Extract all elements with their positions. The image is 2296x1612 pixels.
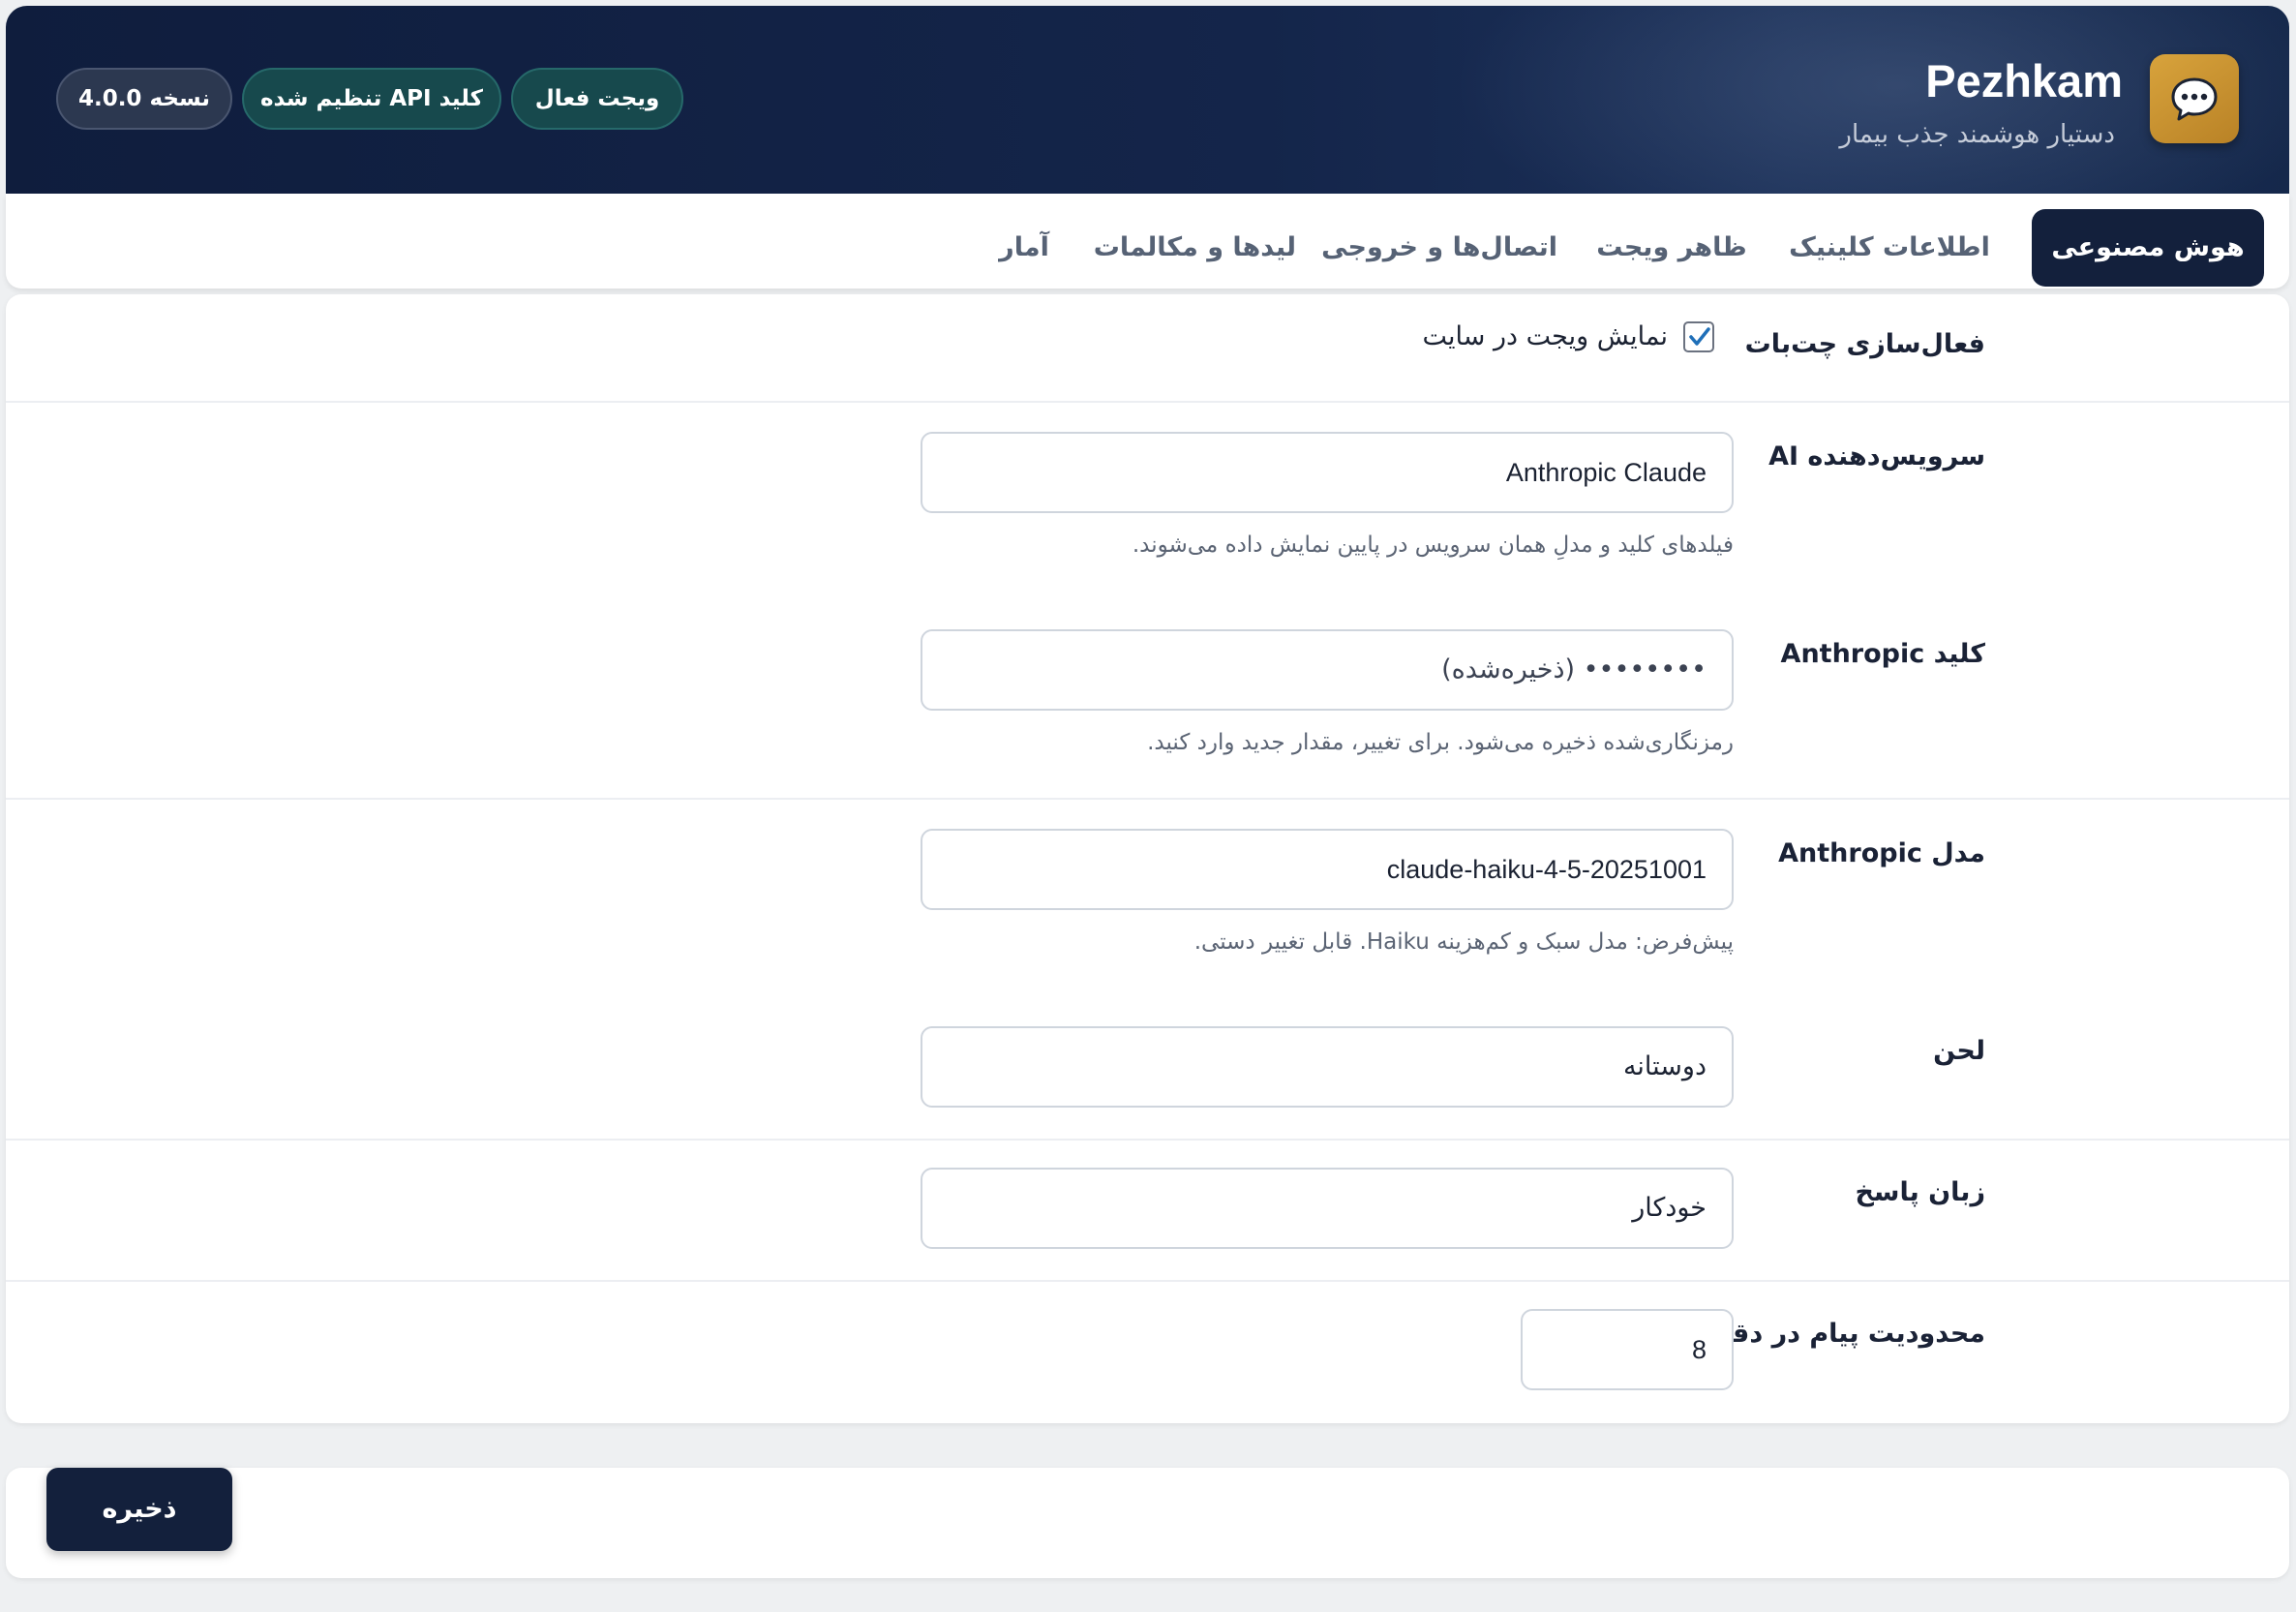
tone-select[interactable]: دوستانه	[921, 1026, 1734, 1108]
show-widget-checkbox[interactable]	[1683, 321, 1714, 352]
anthropic-key-label: کلید Anthropic	[1780, 639, 1985, 669]
tone-label: لحن	[1933, 1036, 1985, 1066]
anthropic-model-help: پیش‌فرض: مدل سبک و کم‌هزینه Haiku. قابل …	[1193, 929, 1734, 955]
ai-provider-label: سرویس‌دهنده AI	[1768, 441, 1985, 471]
tab-connections-output[interactable]: اتصال‌ها و خروجی	[1321, 209, 1557, 287]
version-badge: نسخه 4.0.0	[56, 68, 232, 130]
response-language-select[interactable]: خودکار	[921, 1168, 1734, 1249]
row-divider	[6, 798, 2289, 800]
response-language-label: زبان پاسخ	[1855, 1177, 1985, 1207]
tab-clinic-info[interactable]: اطلاعات کلینیک	[1786, 209, 1993, 287]
app-subtitle: دستیار هوشمند جذب بیمار	[1839, 120, 2115, 149]
settings-tabs: هوش مصنوعی اطلاعات کلینیک ظاهر ویجت اتصا…	[6, 194, 2289, 289]
app-name: Pezhkam	[1925, 55, 2123, 106]
widget-status-badge: ویجت فعال	[511, 68, 683, 130]
show-widget-checkbox-label[interactable]: نمایش ویجت در سایت	[1423, 318, 1668, 356]
ai-settings-form: فعال‌سازی چت‌بات نمایش ویجت در سایت سروی…	[6, 294, 2289, 1423]
anthropic-model-label: مدل Anthropic	[1778, 838, 1985, 868]
chat-bubble-icon	[2150, 54, 2239, 143]
anthropic-model-input[interactable]: claude-haiku-4-5-20251001	[921, 829, 1734, 910]
ai-provider-select[interactable]: Anthropic Claude	[921, 432, 1734, 513]
anthropic-key-input[interactable]: •••••••• (ذخیره‌شده)	[921, 629, 1734, 711]
row-divider	[6, 1280, 2289, 1282]
api-status-badge: کلید API تنظیم شده	[242, 68, 501, 130]
tab-leads-conversations[interactable]: لیدها و مکالمات	[1094, 209, 1296, 287]
footer-bar: ذخیره	[6, 1468, 2289, 1578]
save-button[interactable]: ذخیره	[46, 1468, 232, 1551]
row-divider	[6, 401, 2289, 403]
tab-ai[interactable]: هوش مصنوعی	[2032, 209, 2264, 287]
tab-widget-appearance[interactable]: ظاهر ویجت	[1592, 209, 1751, 287]
ai-provider-help: فیلدهای کلید و مدلِ همان سرویس در پایین …	[1132, 532, 1734, 558]
app-header: Pezhkam دستیار هوشمند جذب بیمار ویجت فعا…	[6, 6, 2289, 194]
tab-stats[interactable]: آمار	[984, 209, 1064, 287]
anthropic-key-help: رمزنگاری‌شده ذخیره می‌شود. برای تغییر، م…	[1147, 730, 1734, 755]
chatbot-enable-label: فعال‌سازی چت‌بات	[1744, 329, 1985, 359]
rate-limit-input[interactable]: 8	[1521, 1309, 1734, 1390]
checkmark-icon	[1689, 327, 1710, 346]
row-divider	[6, 1139, 2289, 1141]
